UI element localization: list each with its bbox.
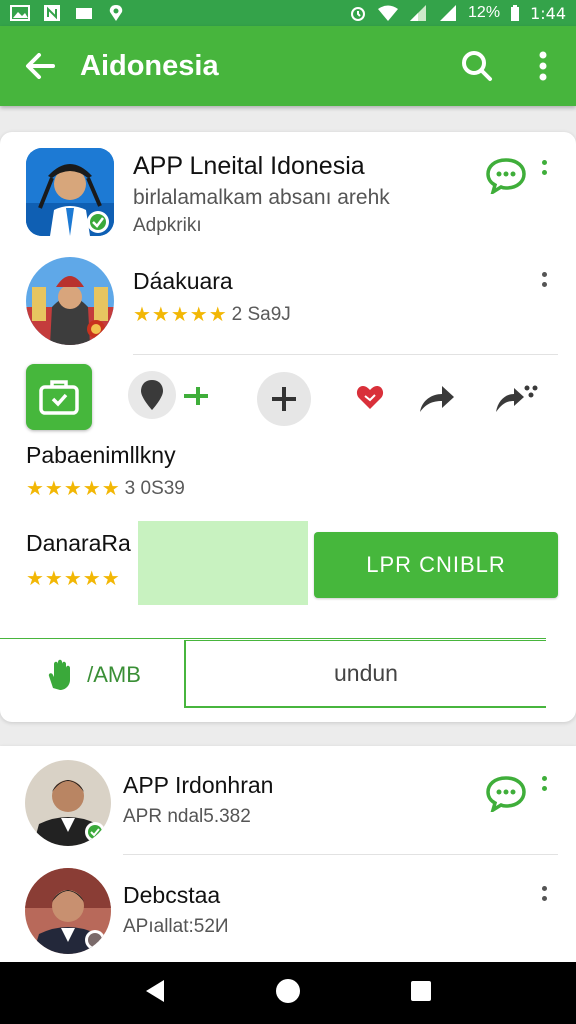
primary-action-button[interactable]: LPR CNIBLR bbox=[314, 532, 558, 598]
chat-bubble-icon bbox=[486, 776, 526, 814]
share-button[interactable] bbox=[418, 382, 456, 419]
contacts-card: APP Irdonhran APR ndal5.382 Debcstaa APı… bbox=[0, 746, 576, 966]
location-pin-icon bbox=[141, 380, 163, 410]
tab-label: /AMB bbox=[87, 662, 141, 687]
briefcase-icon bbox=[39, 380, 79, 415]
star-rating: ★★★★★ bbox=[26, 478, 121, 500]
divider bbox=[123, 854, 558, 855]
alarm-icon bbox=[351, 7, 366, 21]
user-more-button[interactable] bbox=[534, 272, 554, 287]
battery-percent: 12% bbox=[468, 4, 501, 21]
divider bbox=[133, 354, 558, 355]
recents-nav-button[interactable] bbox=[410, 980, 432, 1007]
chat-button[interactable] bbox=[486, 158, 526, 199]
contact-subtitle: APıallat:52И bbox=[123, 916, 229, 937]
status-bar: 12% 1:44 bbox=[0, 0, 576, 26]
triangle-back-icon bbox=[146, 979, 165, 1002]
list-item-name: Pabaenimllkny bbox=[26, 442, 176, 468]
hand-icon bbox=[48, 659, 71, 690]
avatar-image bbox=[25, 868, 111, 954]
avatar-image bbox=[25, 760, 111, 846]
image-icon bbox=[10, 5, 30, 21]
battery-icon bbox=[511, 5, 520, 21]
more-share-button[interactable] bbox=[494, 382, 538, 419]
signal-icon bbox=[410, 5, 427, 21]
list-item-name: DanaraRa bbox=[26, 530, 131, 556]
contact-more-button[interactable] bbox=[534, 886, 554, 901]
avatar[interactable] bbox=[25, 868, 111, 954]
user-name: Dáakuara bbox=[133, 268, 233, 294]
contact-name: APP Irdonhran bbox=[123, 772, 274, 798]
notification-icon bbox=[44, 5, 60, 21]
back-nav-button[interactable] bbox=[144, 979, 166, 1008]
list-item-rating: ★★★★★ 3 0S39 bbox=[26, 476, 185, 501]
avatar[interactable] bbox=[25, 760, 111, 846]
rating-count: 2 Sa9J bbox=[231, 303, 291, 325]
app-title: APP Lneital Idonesia bbox=[133, 152, 365, 180]
tab-row: /AMB undun bbox=[0, 638, 576, 722]
search-icon bbox=[462, 51, 492, 81]
app-icon[interactable] bbox=[26, 148, 114, 236]
home-nav-button[interactable] bbox=[275, 978, 301, 1009]
more-vert-icon bbox=[539, 51, 547, 81]
avatar[interactable] bbox=[26, 257, 114, 345]
plus-icon bbox=[272, 387, 296, 411]
add-button[interactable] bbox=[257, 372, 311, 426]
system-nav-bar bbox=[0, 962, 576, 1024]
app-subtitle: birlalamalkam absanı arehk bbox=[133, 186, 390, 209]
mail-icon bbox=[76, 8, 92, 19]
contact-more-button[interactable] bbox=[534, 776, 554, 791]
tab-amb[interactable]: /AMB bbox=[0, 638, 184, 712]
share-icon bbox=[420, 386, 454, 412]
briefcase-button[interactable] bbox=[26, 364, 92, 430]
text-input[interactable]: undun bbox=[184, 640, 546, 708]
location-icon bbox=[109, 5, 123, 21]
favorite-button[interactable] bbox=[356, 384, 384, 415]
avatar-image bbox=[26, 257, 114, 345]
add-location-button[interactable] bbox=[182, 385, 212, 412]
contact-name: Debcstaa bbox=[123, 882, 221, 908]
wifi-icon bbox=[378, 5, 399, 21]
app-bar: Aidonesia bbox=[0, 26, 576, 106]
contact-subtitle: APR ndal5.382 bbox=[123, 806, 251, 827]
location-button[interactable] bbox=[128, 371, 176, 419]
search-button[interactable] bbox=[444, 26, 510, 106]
star-rating: ★★★★★ bbox=[133, 304, 228, 326]
plus-arrow-icon bbox=[184, 387, 208, 405]
user-rating: ★★★★★ 2 Sa9J bbox=[133, 302, 291, 327]
app-caption: Adpkrikı bbox=[133, 215, 202, 236]
chat-button[interactable] bbox=[486, 776, 526, 817]
more-options-button[interactable] bbox=[510, 26, 576, 106]
signal-icon bbox=[440, 5, 457, 21]
heart-icon bbox=[356, 386, 384, 409]
app-detail-card: APP Lneital Idonesia birlalamalkam absan… bbox=[0, 132, 576, 722]
arrow-left-icon bbox=[26, 53, 55, 79]
square-recents-icon bbox=[410, 980, 431, 1001]
back-button[interactable] bbox=[0, 26, 80, 106]
more-share-icon bbox=[496, 385, 538, 412]
chat-bubble-icon bbox=[486, 158, 526, 196]
preview-panel[interactable] bbox=[138, 521, 308, 605]
header-more-button[interactable] bbox=[534, 160, 554, 175]
star-rating: ★★★★★ bbox=[26, 568, 121, 590]
rating-count: 3 0S39 bbox=[124, 477, 185, 499]
circle-home-icon bbox=[275, 978, 300, 1003]
list-item-rating: ★★★★★ bbox=[26, 566, 121, 591]
app-logo-image bbox=[26, 148, 114, 236]
clock: 1:44 bbox=[530, 3, 566, 23]
page-title: Aidonesia bbox=[80, 49, 219, 82]
